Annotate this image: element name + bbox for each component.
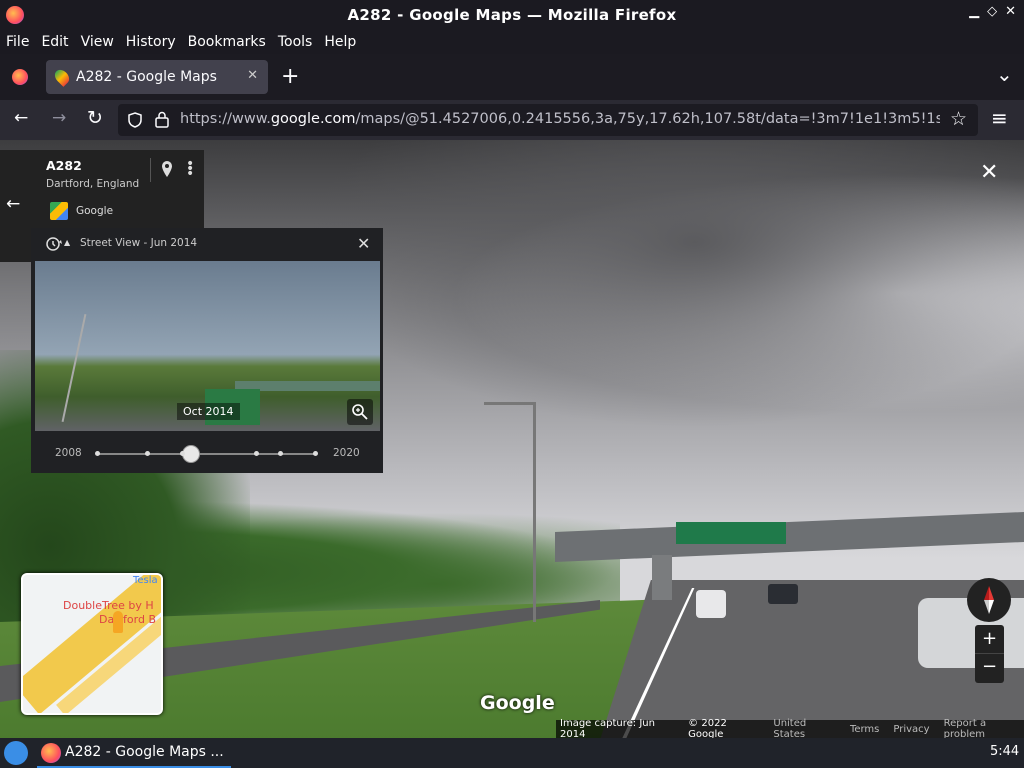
url-path: /maps/@51.4527006,0.2415556,3a,75y,17.62… (355, 111, 940, 127)
bridge-pillar (652, 555, 672, 600)
forward-icon[interactable]: → (52, 108, 66, 128)
thumbnail-date: Oct 2014 (177, 403, 240, 420)
taskbar-app-label: A282 - Google Maps ... (65, 744, 224, 760)
taskbar-firefox-item[interactable]: A282 - Google Maps ... (37, 738, 231, 768)
timeline-year-dot[interactable] (145, 451, 151, 456)
lamp-post (533, 402, 536, 622)
mini-map[interactable]: Tesla DoubleTree by H Dartford B (21, 573, 163, 715)
place-divider (150, 158, 151, 182)
dark-car (768, 584, 798, 604)
privacy-link[interactable]: Privacy (893, 724, 929, 735)
lamp-arm (484, 402, 536, 405)
tab-bar: A282 - Google Maps ✕ + ⌄ (0, 54, 1024, 100)
google-contributor-icon (50, 202, 68, 220)
new-tab-button[interactable]: + (281, 64, 299, 89)
timeline-thumbnail[interactable]: Oct 2014 (35, 261, 380, 431)
menu-bookmarks[interactable]: Bookmarks (182, 34, 272, 50)
country-link[interactable]: United States (773, 718, 836, 738)
list-tabs-chevron-icon[interactable]: ⌄ (996, 62, 1013, 86)
place-card: A282 Dartford, England Google • • • (32, 150, 204, 228)
compass-icon[interactable] (967, 578, 1011, 622)
place-source: Google (76, 205, 114, 217)
reload-icon[interactable]: ↻ (87, 107, 103, 129)
map-footer: Image capture: Jun 2014 © 2022 Google Un… (556, 718, 1024, 738)
taskbar: A282 - Google Maps ... 5:44 (0, 738, 1024, 768)
url-domain: google.com (270, 111, 356, 127)
timeline-year-dot[interactable] (254, 451, 260, 456)
minimize-icon[interactable]: ▁ (969, 4, 979, 19)
copyright: © 2022 Google (688, 718, 727, 738)
history-clock-icon[interactable] (45, 236, 63, 252)
timeline-year-dot[interactable] (313, 451, 318, 456)
zoom-in-icon[interactable] (347, 399, 373, 425)
app-menu-icon[interactable]: ≡ (991, 106, 1008, 130)
pegman-icon[interactable] (113, 611, 123, 633)
thumbnail-lamp (61, 313, 87, 423)
timeline-panel: ▲ Street View - Jun 2014 ✕ Oct 2014 2008… (31, 228, 383, 473)
history-caret-icon[interactable]: ▲ (64, 238, 70, 247)
firefox-view-icon[interactable] (12, 69, 28, 85)
clock: 5:44 (990, 744, 1020, 759)
tab-google-maps[interactable]: A282 - Google Maps ✕ (46, 60, 268, 94)
shield-icon[interactable] (128, 112, 142, 128)
street-view-panorama[interactable]: ← A282 Dartford, England Google • • • ▲ St… (0, 140, 1024, 738)
lock-icon[interactable] (155, 111, 169, 128)
zoom-in-button[interactable]: + (975, 625, 1004, 653)
url-bar[interactable]: https://www.google.com/maps/@51.4527006,… (118, 104, 978, 136)
start-menu-icon[interactable] (4, 741, 28, 765)
back-arrow-icon[interactable]: ← (6, 194, 20, 214)
minimap-label-top: Tesla (133, 575, 158, 586)
year-start-label: 2008 (55, 447, 82, 459)
timeline-year-dot[interactable] (180, 451, 186, 456)
year-end-label: 2020 (333, 447, 360, 459)
white-van (696, 590, 726, 618)
url-prefix: https://www. (180, 111, 271, 127)
timeline-year-dot[interactable] (95, 451, 100, 456)
navigation-toolbar: ← → ↻ https://www.google.com/maps/@51.45… (0, 100, 1024, 140)
google-watermark: Google (480, 692, 555, 714)
map-pin-icon[interactable] (160, 160, 174, 178)
window-titlebar: A282 - Google Maps — Mozilla Firefox ▁ ◇… (0, 0, 1024, 30)
window-title: A282 - Google Maps — Mozilla Firefox (347, 6, 677, 24)
close-window-icon[interactable]: ✕ (1005, 4, 1016, 19)
maximize-icon[interactable]: ◇ (987, 4, 997, 19)
url-text[interactable]: https://www.google.com/maps/@51.4527006,… (180, 111, 940, 127)
taskbar-firefox-icon (41, 743, 61, 763)
zoom-controls: + − (975, 625, 1004, 683)
minimap-label-hotel: DoubleTree by H (63, 599, 154, 612)
menu-tools[interactable]: Tools (272, 34, 319, 50)
place-location: Dartford, England (46, 178, 140, 190)
menu-file[interactable]: File (0, 34, 35, 50)
place-name: A282 (46, 158, 82, 173)
back-icon[interactable]: ← (14, 108, 28, 128)
menu-view[interactable]: View (75, 34, 120, 50)
menu-history[interactable]: History (120, 34, 182, 50)
close-street-view-icon[interactable]: ✕ (980, 160, 998, 185)
overpass-bridge (555, 512, 1024, 562)
menu-help[interactable]: Help (318, 34, 362, 50)
menu-edit[interactable]: Edit (35, 34, 74, 50)
maps-pin-icon (52, 67, 72, 87)
zoom-out-button[interactable]: − (975, 653, 1004, 681)
tab-label: A282 - Google Maps (76, 69, 217, 85)
timeline-header: Street View - Jun 2014 (80, 237, 198, 249)
timeline-year-dot[interactable] (278, 451, 284, 456)
image-capture-date: Image capture: Jun 2014 (560, 718, 655, 738)
report-problem-link[interactable]: Report a problem (944, 718, 1024, 738)
terms-link[interactable]: Terms (850, 724, 879, 735)
tab-close-icon[interactable]: ✕ (247, 68, 258, 83)
menu-bar: File Edit View History Bookmarks Tools H… (0, 30, 1024, 54)
bookmark-star-icon[interactable]: ☆ (950, 108, 967, 130)
more-options-icon[interactable]: • • • (186, 157, 194, 181)
timeline-close-icon[interactable]: ✕ (357, 234, 370, 253)
minimap-label-hotel-2: Dartford B (99, 613, 157, 626)
green-road-sign (676, 522, 786, 544)
